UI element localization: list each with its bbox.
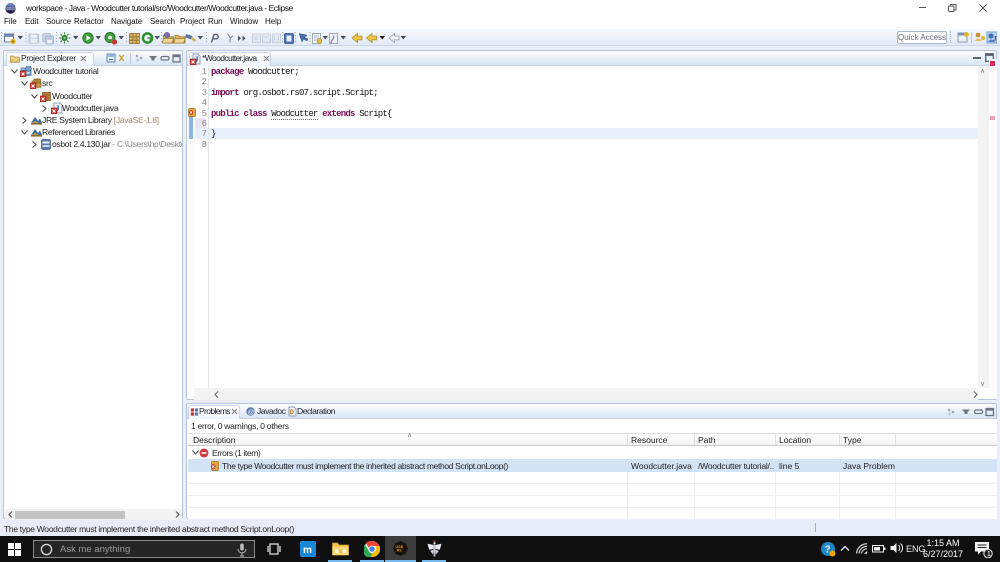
- svg-text:@: @: [248, 409, 255, 416]
- svg-text:1: 1: [987, 549, 991, 558]
- svg-text:m: m: [303, 545, 312, 556]
- svg-text:J: J: [993, 34, 997, 43]
- svg-text:RS: RS: [397, 549, 403, 553]
